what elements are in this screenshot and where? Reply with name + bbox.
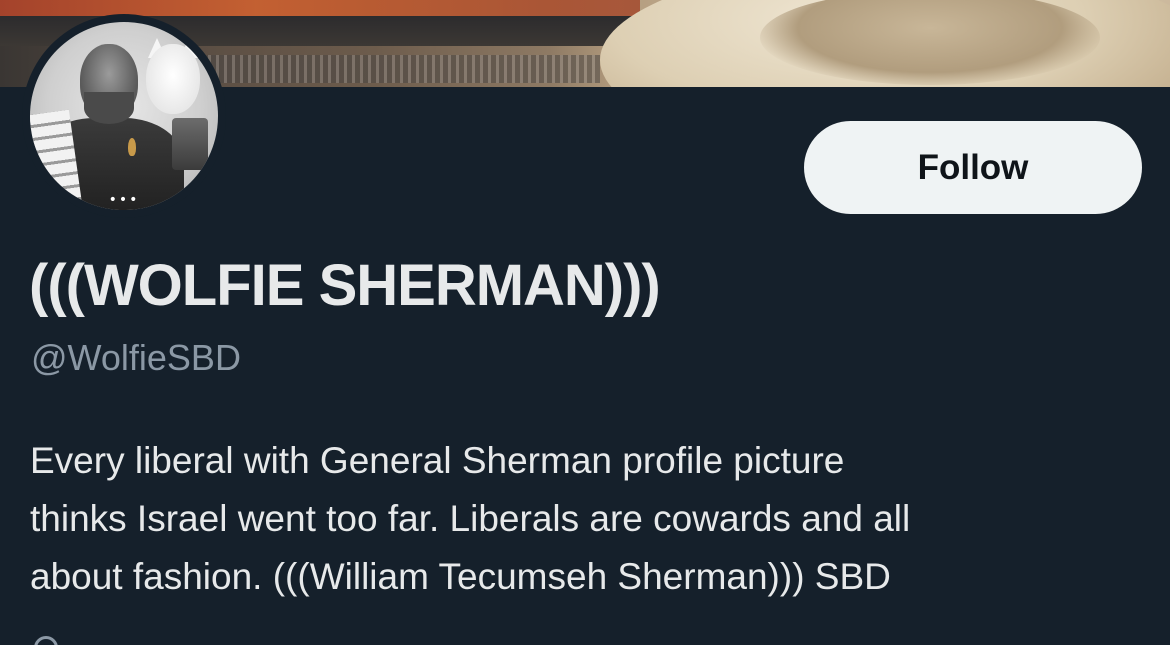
bio-line: Every liberal with General Sherman profi… bbox=[30, 440, 845, 481]
avatar-lighter-flame bbox=[128, 138, 136, 156]
avatar[interactable]: ••• bbox=[22, 14, 226, 218]
banner-grille bbox=[200, 55, 600, 83]
avatar-jerry-can bbox=[172, 118, 208, 170]
banner-stripe bbox=[0, 0, 640, 16]
avatar-dog-head bbox=[146, 44, 200, 114]
bio-line: thinks Israel went too far. Liberals are… bbox=[30, 498, 911, 539]
profile-bio: Every liberal with General Sherman profi… bbox=[30, 432, 1140, 606]
avatar-image: ••• bbox=[30, 22, 218, 210]
location-icon bbox=[34, 636, 58, 645]
avatar-more-icon: ••• bbox=[108, 192, 140, 208]
follow-button[interactable]: Follow bbox=[804, 121, 1142, 214]
display-name: (((WOLFIE SHERMAN))) bbox=[29, 253, 661, 318]
avatar-figure-beard bbox=[84, 92, 134, 124]
profile-handle: @WolfieSBD bbox=[31, 337, 241, 378]
bio-line: about fashion. (((William Tecumseh Sherm… bbox=[30, 556, 891, 597]
